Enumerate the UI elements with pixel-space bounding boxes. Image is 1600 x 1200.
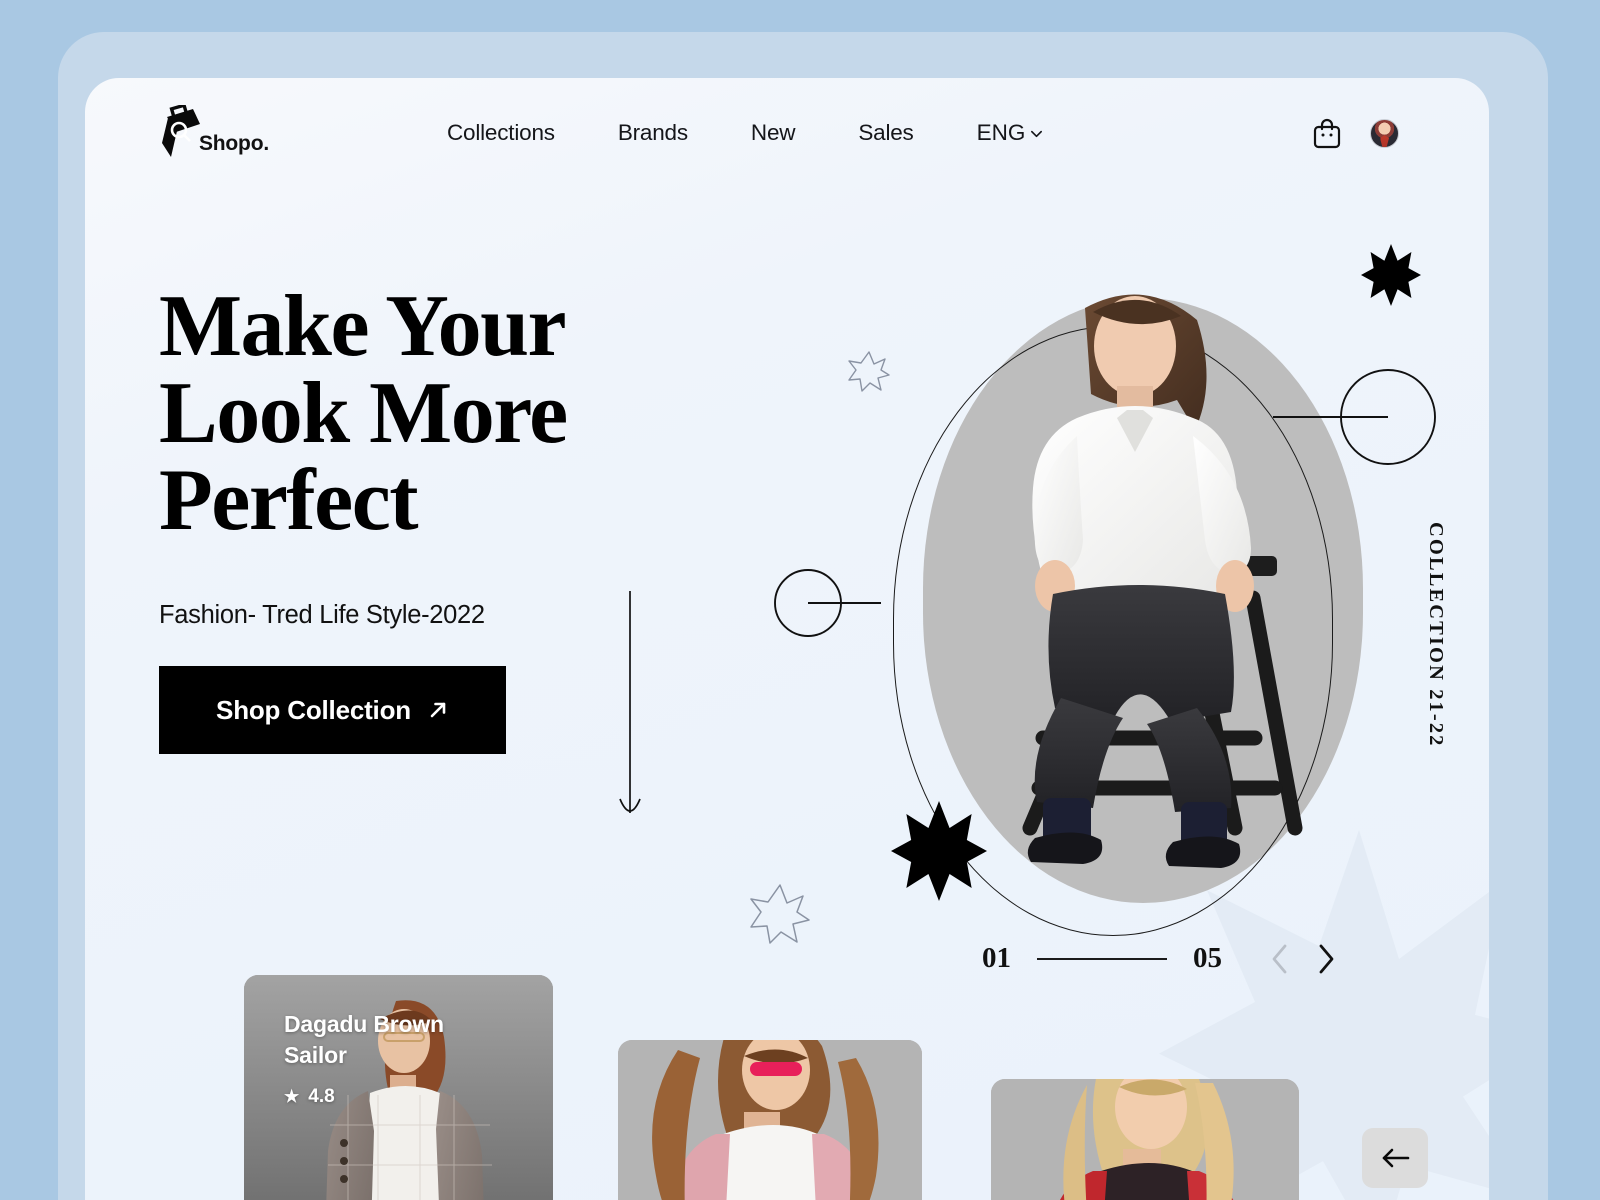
decorative-circle-line-left-icon: [774, 569, 881, 637]
hero-subtitle: Fashion- Tred Life Style-2022: [159, 601, 485, 630]
hero-model-photo: [1022, 294, 1303, 868]
headline-line-3: Perfect: [159, 452, 419, 550]
brand-logo[interactable]: Shopo.: [159, 105, 269, 161]
hero-content: Make Your Look More Perfect Fashion- Tre…: [159, 278, 719, 755]
product-rating: ★ 4.8: [284, 1086, 499, 1108]
star-icon: ★: [284, 1087, 300, 1107]
arrow-up-right-icon: [430, 703, 446, 718]
nav-item-brands[interactable]: Brands: [618, 120, 688, 146]
chevron-right-icon[interactable]: [1316, 943, 1336, 975]
hero-slider-controls: 01 05: [982, 942, 1336, 975]
slider-arrow-group: [1270, 943, 1336, 975]
headline-line-2: Look More: [159, 365, 568, 463]
shop-collection-button[interactable]: Shop Collection: [159, 666, 506, 755]
shop-collection-label: Shop Collection: [216, 694, 411, 725]
previous-section-button[interactable]: [1362, 1128, 1428, 1188]
main-navigation: Collections Brands New Sales ENG: [447, 120, 1044, 146]
slide-progress-track[interactable]: [1037, 957, 1167, 960]
decorative-star-outline-small-icon: [848, 351, 890, 392]
header-actions: [1312, 117, 1399, 149]
language-selector[interactable]: ENG: [977, 120, 1045, 146]
arrow-left-icon: [1382, 1148, 1410, 1168]
chevron-down-icon: [1031, 130, 1043, 137]
product-card-featured[interactable]: Dagadu Brown Sailor ★ 4.8 $89 $75: [244, 975, 553, 1200]
collection-label: COLLECTION 21-22: [1425, 522, 1447, 748]
nav-item-new[interactable]: New: [751, 120, 796, 146]
site-header: Shopo. Collections Brands New Sales ENG: [85, 78, 1489, 188]
product-photo: [618, 1040, 922, 1200]
chevron-left-icon[interactable]: [1270, 943, 1290, 975]
product-card-secondary[interactable]: [618, 1040, 922, 1200]
slide-total: 05: [1193, 942, 1222, 974]
decorative-star-outline-medium-icon: [750, 884, 810, 944]
user-avatar[interactable]: [1370, 118, 1399, 148]
language-label: ENG: [976, 120, 1026, 145]
slide-current: 01: [982, 942, 1011, 974]
product-title: Dagadu Brown Sailor: [284, 1011, 444, 1068]
page-title: Make Your Look More Perfect: [159, 278, 719, 550]
shopping-bag-icon[interactable]: [1312, 117, 1342, 149]
nav-item-sales[interactable]: Sales: [858, 120, 913, 146]
decorative-circle-line-right-icon: [1273, 369, 1436, 465]
nav-item-collections[interactable]: Collections: [447, 120, 555, 146]
product-photo: [991, 1079, 1299, 1200]
product-rating-value: 4.8: [308, 1085, 335, 1107]
product-card-tertiary[interactable]: [991, 1079, 1299, 1200]
headline-line-1: Make Your: [159, 278, 567, 375]
landing-page: Shopo. Collections Brands New Sales ENG: [85, 78, 1489, 1200]
product-card-info: Dagadu Brown Sailor ★ 4.8: [284, 1009, 499, 1108]
brand-name: Shopo.: [199, 132, 269, 155]
